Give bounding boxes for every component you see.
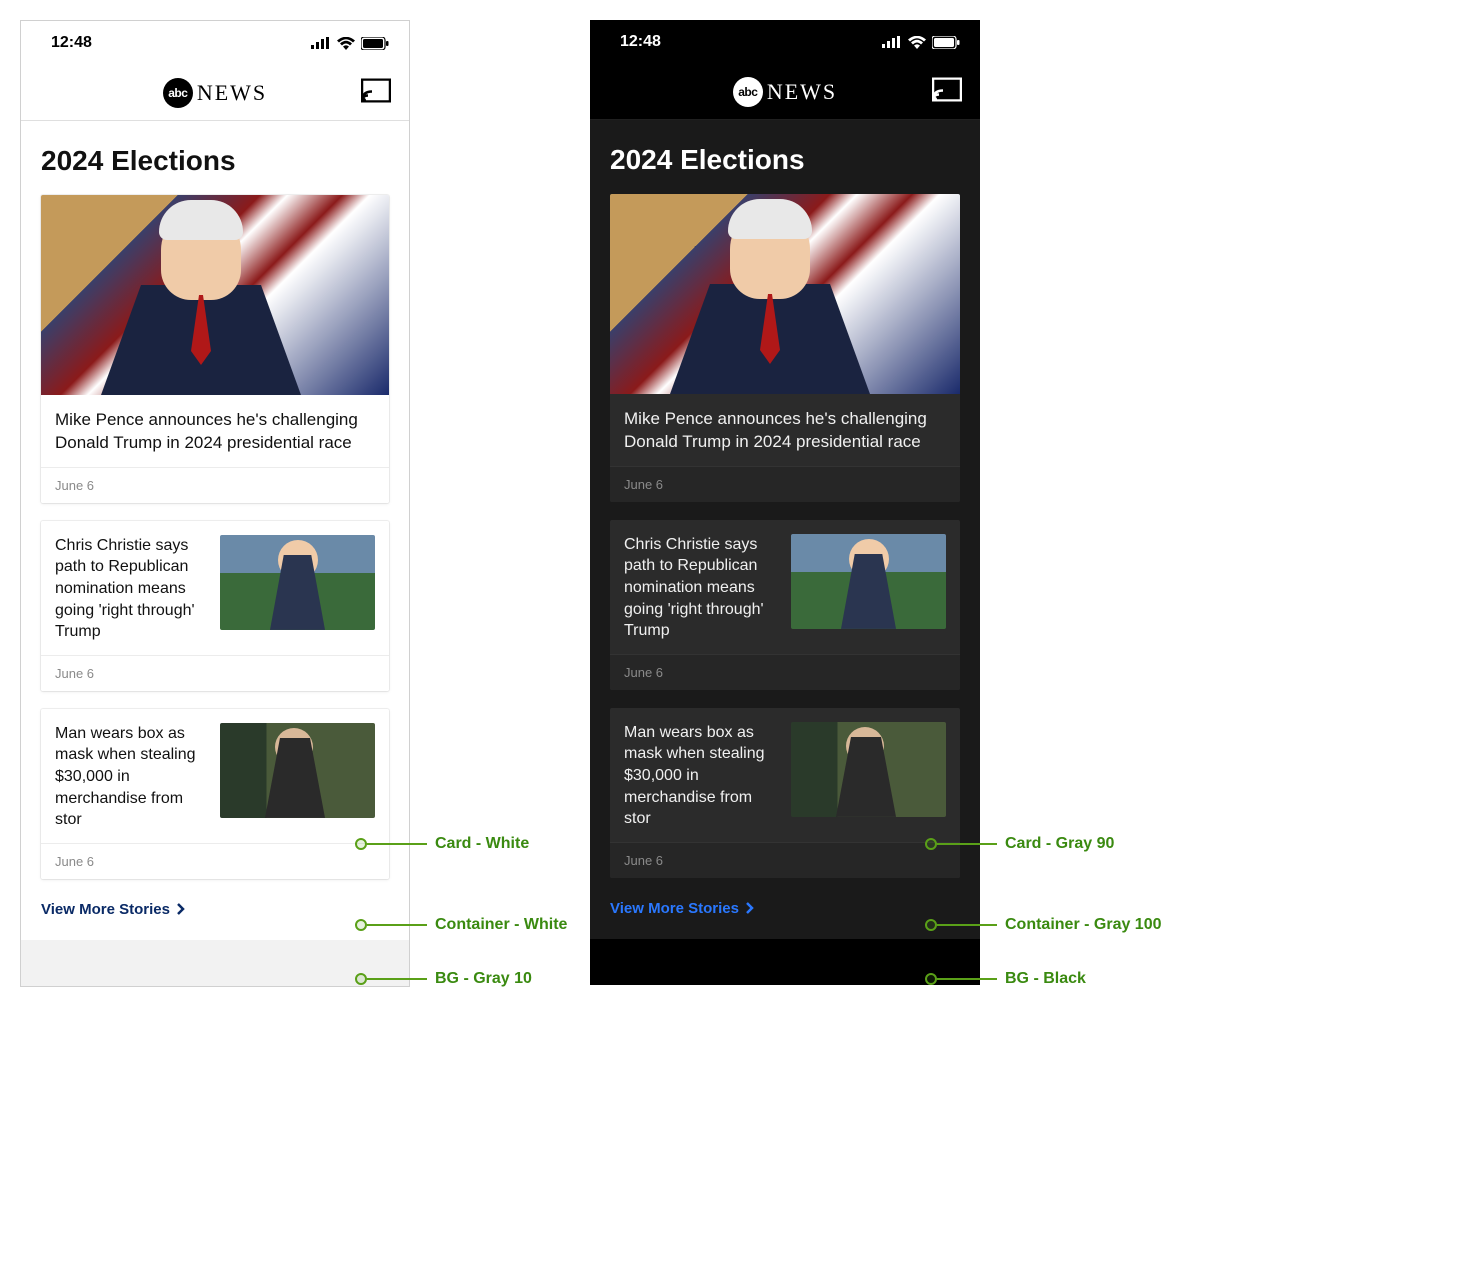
status-time: 12:48: [51, 34, 92, 52]
story-card[interactable]: Man wears box as mask when stealing $30,…: [41, 709, 389, 879]
logo-text: NEWS: [197, 80, 267, 106]
story-date: June 6: [41, 655, 389, 691]
story-card-hero[interactable]: Mike Pence announces he's challenging Do…: [610, 194, 960, 502]
annotation-label: BG - Black: [1005, 970, 1086, 988]
section-title: 2024 Elections: [41, 145, 389, 177]
logo-circle: abc: [163, 78, 193, 108]
story-card[interactable]: Chris Christie says path to Republican n…: [41, 521, 389, 691]
story-headline: Man wears box as mask when stealing $30,…: [55, 723, 206, 831]
section-container: 2024 Elections Mike Pence announces he's…: [590, 120, 980, 939]
story-headline: Chris Christie says path to Republican n…: [55, 535, 206, 643]
phone-dark-mockup: 12:48 abc NEWS 2024 Elections Mike Pence…: [590, 20, 980, 985]
story-date: June 6: [610, 466, 960, 502]
background-strip: [590, 939, 980, 985]
section-title: 2024 Elections: [610, 144, 960, 176]
story-date: June 6: [41, 467, 389, 503]
annotation-label: Card - White: [435, 835, 529, 853]
story-thumbnail: [791, 722, 946, 817]
story-date: June 6: [610, 842, 960, 878]
story-date: June 6: [610, 654, 960, 690]
abc-news-logo[interactable]: abc NEWS: [733, 77, 837, 107]
status-bar: 12:48: [21, 21, 409, 65]
story-headline: Mike Pence announces he's challenging Do…: [624, 408, 946, 454]
battery-icon: [361, 37, 389, 50]
cast-icon: [932, 77, 962, 101]
status-icons: [311, 37, 389, 50]
story-card-hero[interactable]: Mike Pence announces he's challenging Do…: [41, 195, 389, 503]
story-headline: Man wears box as mask when stealing $30,…: [624, 722, 777, 830]
cellular-icon: [882, 36, 902, 48]
story-card[interactable]: Chris Christie says path to Republican n…: [610, 520, 960, 690]
battery-icon: [932, 36, 960, 49]
story-thumbnail: [220, 535, 375, 630]
app-header: abc NEWS: [21, 65, 409, 121]
section-container: 2024 Elections Mike Pence announces he's…: [21, 121, 409, 940]
cellular-icon: [311, 37, 331, 49]
view-more-link[interactable]: View More Stories: [41, 897, 389, 924]
story-date: June 6: [41, 843, 389, 879]
chevron-right-icon: [176, 903, 185, 915]
annotation-label: Card - Gray 90: [1005, 835, 1114, 853]
cast-icon: [361, 78, 391, 102]
story-headline: Mike Pence announces he's challenging Do…: [55, 409, 375, 455]
view-more-label: View More Stories: [41, 901, 170, 918]
logo-circle: abc: [733, 77, 763, 107]
wifi-icon: [337, 37, 355, 50]
annotation-label: Container - White: [435, 916, 567, 934]
cast-button[interactable]: [361, 78, 391, 107]
chevron-right-icon: [745, 902, 754, 914]
hero-image: [41, 195, 389, 395]
story-thumbnail: [791, 534, 946, 629]
hero-image: [610, 194, 960, 394]
story-card[interactable]: Man wears box as mask when stealing $30,…: [610, 708, 960, 878]
view-more-label: View More Stories: [610, 900, 739, 917]
status-time: 12:48: [620, 33, 661, 51]
app-header: abc NEWS: [590, 64, 980, 120]
cast-button[interactable]: [932, 77, 962, 106]
annotation-label: Container - Gray 100: [1005, 916, 1162, 934]
annotation-label: BG - Gray 10: [435, 970, 532, 988]
story-headline: Chris Christie says path to Republican n…: [624, 534, 777, 642]
logo-text: NEWS: [767, 79, 837, 105]
status-icons: [882, 36, 960, 49]
abc-news-logo[interactable]: abc NEWS: [163, 78, 267, 108]
status-bar: 12:48: [590, 20, 980, 64]
wifi-icon: [908, 36, 926, 49]
story-thumbnail: [220, 723, 375, 818]
view-more-link[interactable]: View More Stories: [610, 896, 960, 923]
background-strip: [21, 940, 409, 986]
phone-light-mockup: 12:48 abc NEWS 2024 Elections Mike Pence…: [20, 20, 410, 987]
